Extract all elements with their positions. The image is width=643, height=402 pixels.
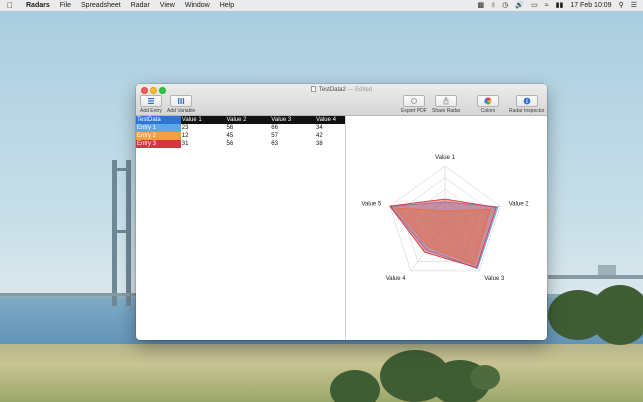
bluetooth-icon[interactable]: ᛟ [491,0,495,11]
add-entry-button[interactable]: Add Entry [140,95,162,114]
keyboard-icon[interactable]: ▩ [477,0,484,11]
table-cell[interactable]: 12 [181,132,226,140]
share-icon [435,95,458,107]
table-cell[interactable]: 45 [226,132,271,140]
menu-spreadsheet[interactable]: Spreadsheet [76,2,126,9]
table-cell[interactable]: 23 [181,124,226,132]
radar-series-entry-3[interactable] [389,198,497,269]
bridge-tower [112,160,117,306]
tree [470,365,500,390]
radar-series [389,198,499,270]
radar-axis-label: Value 4 [386,276,407,282]
table-row: Entry 1 23 56 66 34 [136,124,345,132]
table-cell[interactable]: 56 [226,124,271,132]
add-variable-label: Add Variable [167,108,196,114]
row-label-entry-1[interactable]: Entry 1 [136,124,181,132]
row-label-entry-2[interactable]: Entry 2 [136,132,181,140]
share-radar-label: Share Radar [432,108,461,114]
battery-icon[interactable]: ▮▮ [556,0,564,11]
radar-axis-label: Value 1 [435,155,456,161]
table-cell[interactable]: 42 [315,132,345,140]
document-name: TestData2 [318,87,346,93]
bridge-deck [548,275,643,279]
wifi-icon[interactable]: ≈ [545,0,549,11]
add-entry-label: Add Entry [140,108,162,114]
export-pdf-label: Export PDF [401,108,427,114]
table-row: Entry 2 12 45 57 42 [136,132,345,140]
color-wheel-icon [477,95,499,107]
column-header[interactable]: Value 3 [270,116,316,124]
truck [598,265,616,275]
menu-file[interactable]: File [55,2,76,9]
bridge-deck [0,293,136,296]
table-cell[interactable]: 31 [181,140,226,148]
document-content: TestData Value 1 Value 2 Value 3 Value 4… [136,116,547,340]
clock-icon[interactable]: ◷ [502,0,508,11]
radar-chart: Value 1 Value 2 Value 3 Value 4 Value 5 [361,155,530,282]
airplay-icon[interactable]: ▭ [531,0,538,11]
export-pdf-button[interactable]: Export PDF [401,95,427,114]
table-cell[interactable]: 34 [315,124,345,132]
menu-help[interactable]: Help [215,2,239,9]
table-cell[interactable]: 38 [315,140,345,148]
apple-menu-icon[interactable]:  [7,1,21,10]
radar-axis-label: Value 5 [361,201,382,207]
radar-axis-label: Value 2 [509,201,530,207]
menu-clock[interactable]: 17 Feb 10:09 [570,2,611,9]
corner-cell[interactable]: TestData [136,116,181,124]
tree [590,285,643,345]
bridge-tower [126,160,131,306]
radar-inspector-button[interactable]: Radar Inspector [509,95,545,114]
table-cell[interactable]: 57 [270,132,315,140]
radar-axis-label: Value 3 [484,276,505,282]
data-table: TestData Value 1 Value 2 Value 3 Value 4… [136,116,345,148]
bridge-tower-beam [112,168,131,171]
table-cell[interactable]: 56 [226,140,271,148]
radar-view[interactable]: Value 1 Value 2 Value 3 Value 4 Value 5 [347,116,547,340]
colors-label: Colors [480,108,496,114]
table-cell[interactable]: 63 [270,140,315,148]
colors-button[interactable]: Colors [477,95,499,114]
info-icon [515,95,538,107]
app-window: TestData2 — Edited Add Entry Add Variabl… [136,84,547,340]
add-entry-icon [140,95,162,107]
column-header[interactable]: Value 1 [180,116,226,124]
share-radar-button[interactable]: Share Radar [432,95,460,114]
table-cell[interactable]: 66 [270,124,315,132]
document-icon [310,86,316,92]
add-variable-icon [170,95,193,107]
row-label-entry-3[interactable]: Entry 3 [136,140,181,148]
notification-center-icon[interactable]: ☰ [631,0,637,11]
column-header[interactable]: Value 2 [225,116,271,124]
edited-indicator: — Edited [347,87,373,93]
menu-window[interactable]: Window [180,2,215,9]
bridge-tower-beam [112,230,131,233]
volume-icon[interactable]: 🔊 [515,0,524,11]
window-title: TestData2 — Edited [136,86,547,93]
table-header-row: TestData Value 1 Value 2 Value 3 Value 4 [136,116,345,124]
menu-view[interactable]: View [155,2,180,9]
spreadsheet: TestData Value 1 Value 2 Value 3 Value 4… [136,116,346,340]
menu-app[interactable]: Radars [21,2,55,9]
column-header[interactable]: Value 4 [315,116,345,124]
radar-inspector-label: Radar Inspector [509,108,545,114]
tree [330,370,380,402]
title-bar: TestData2 — Edited Add Entry Add Variabl… [136,84,547,116]
add-variable-button[interactable]: Add Variable [167,95,195,114]
search-icon[interactable]: ⚲ [619,0,624,11]
menu-bar:  Radars File Spreadsheet Radar View Win… [0,0,643,11]
export-pdf-icon [402,95,425,107]
grass-field [0,344,643,402]
menu-radar[interactable]: Radar [126,2,155,9]
table-row: Entry 3 31 56 63 38 [136,140,345,148]
